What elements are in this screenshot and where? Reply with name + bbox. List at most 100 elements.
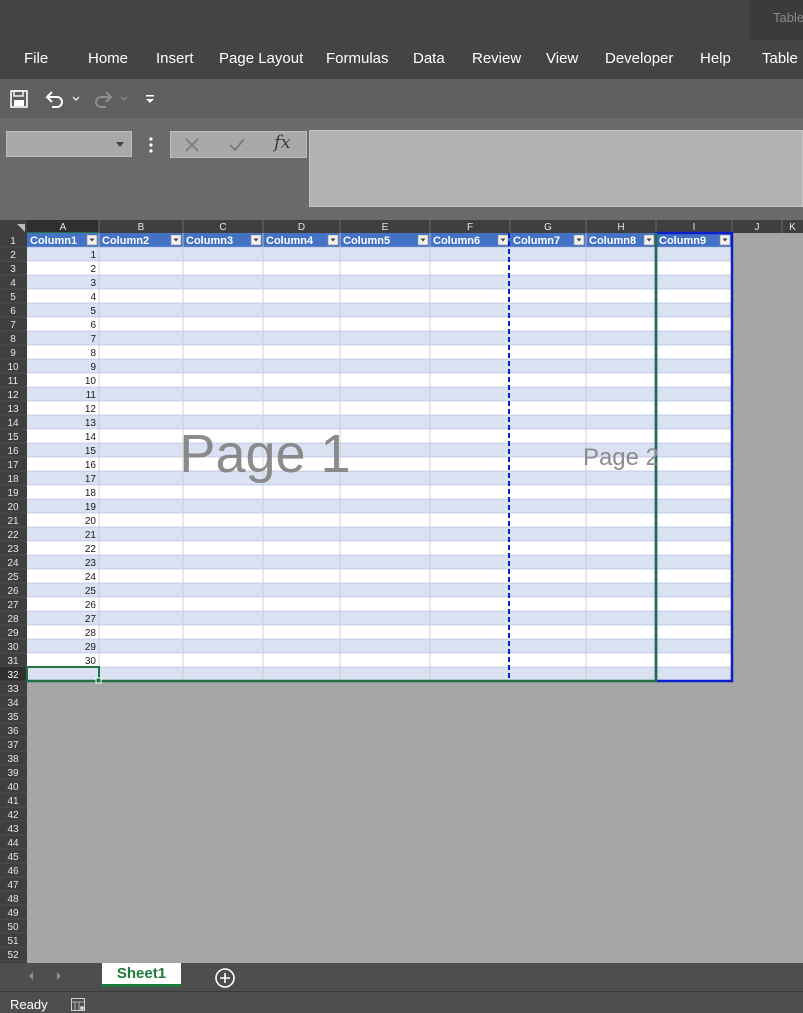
row-header[interactable]: 15 (7, 432, 19, 443)
fill-handle[interactable] (95, 677, 102, 684)
cancel-icon[interactable] (184, 137, 200, 153)
cell-value[interactable]: 16 (85, 460, 97, 471)
cell-value[interactable]: 25 (85, 586, 97, 597)
cell-value[interactable]: 9 (90, 362, 96, 373)
row-header[interactable]: 30 (7, 642, 19, 653)
row-header[interactable]: 50 (7, 922, 19, 933)
more-options-icon[interactable] (148, 137, 154, 153)
row-header[interactable]: 13 (7, 404, 19, 415)
menu-help[interactable]: Help (700, 50, 731, 67)
cell-value[interactable]: 14 (85, 432, 97, 443)
menu-formulas[interactable]: Formulas (326, 50, 389, 67)
column-header-k[interactable]: K (789, 222, 796, 233)
formula-input[interactable] (309, 130, 803, 207)
macro-record-icon[interactable] (71, 998, 85, 1011)
row-header[interactable]: 16 (7, 446, 19, 457)
table-header-4[interactable]: Column4 (266, 235, 314, 247)
table-header-8[interactable]: Column8 (589, 235, 636, 247)
name-box-dropdown-icon[interactable] (116, 142, 124, 147)
cell-value[interactable]: 6 (90, 320, 96, 331)
menu-data[interactable]: Data (413, 50, 445, 67)
row-header[interactable]: 49 (7, 908, 19, 919)
cell-value[interactable]: 29 (85, 642, 97, 653)
scroll-left-icon[interactable] (27, 971, 35, 981)
menu-home[interactable]: Home (88, 50, 128, 67)
table-header-2[interactable]: Column2 (102, 235, 149, 247)
row-header[interactable]: 31 (7, 656, 19, 667)
table-header-6[interactable]: Column6 (433, 235, 480, 247)
row-header[interactable]: 10 (7, 362, 19, 373)
row-header[interactable]: 21 (7, 516, 19, 527)
insert-function-button[interactable]: fx (274, 132, 291, 153)
column-header-h[interactable]: H (617, 222, 624, 233)
column-header-c[interactable]: C (219, 222, 226, 233)
redo-dropdown-icon[interactable] (120, 96, 128, 102)
menu-insert[interactable]: Insert (156, 50, 194, 67)
cell-value[interactable]: 12 (85, 404, 97, 415)
row-header[interactable]: 11 (8, 376, 19, 387)
table-header-7[interactable]: Column7 (513, 235, 560, 247)
table-header-5[interactable]: Column5 (343, 235, 390, 247)
row-header[interactable]: 43 (7, 824, 19, 835)
cell-value[interactable]: 8 (90, 348, 96, 359)
row-header[interactable]: 6 (10, 306, 16, 317)
row-header[interactable]: 7 (10, 320, 16, 331)
redo-icon[interactable] (92, 90, 114, 108)
cell-value[interactable]: 11 (86, 390, 97, 401)
cell-value[interactable]: 3 (90, 278, 96, 289)
row-header[interactable]: 51 (7, 936, 19, 947)
row-header[interactable]: 17 (7, 460, 19, 471)
row-header[interactable]: 1 (10, 236, 16, 247)
row-header[interactable]: 12 (7, 390, 19, 401)
cell-value[interactable]: 24 (85, 572, 97, 583)
column-header-b[interactable]: B (138, 222, 145, 233)
scroll-right-icon[interactable] (55, 971, 63, 981)
row-header[interactable]: 41 (7, 796, 19, 807)
menu-view[interactable]: View (546, 50, 578, 67)
row-header[interactable]: 8 (10, 334, 16, 345)
cell-value[interactable]: 7 (90, 334, 96, 345)
row-header[interactable]: 38 (7, 754, 19, 765)
row-header[interactable]: 19 (7, 488, 19, 499)
cell-value[interactable]: 15 (85, 446, 97, 457)
cell-value[interactable]: 22 (85, 544, 97, 555)
column-header-i[interactable]: I (693, 222, 696, 233)
cell-value[interactable]: 26 (85, 600, 97, 611)
column-header-d[interactable]: D (298, 222, 305, 233)
row-header[interactable]: 39 (7, 768, 19, 779)
row-header[interactable]: 18 (7, 474, 19, 485)
undo-icon[interactable] (44, 90, 66, 108)
column-header-j[interactable]: J (755, 222, 760, 233)
row-header[interactable]: 29 (7, 628, 19, 639)
table-header-3[interactable]: Column3 (186, 235, 233, 247)
menu-table-design[interactable]: Table D (762, 50, 803, 67)
row-header[interactable]: 44 (7, 838, 19, 849)
cell-value[interactable]: 2 (90, 264, 96, 275)
row-header[interactable]: 42 (7, 810, 19, 821)
name-box[interactable] (6, 131, 132, 157)
column-header-e[interactable]: E (382, 222, 389, 233)
row-header[interactable]: 22 (7, 530, 19, 541)
row-header[interactable]: 14 (7, 418, 19, 429)
row-header[interactable]: 52 (7, 950, 19, 961)
cell-value[interactable]: 13 (85, 418, 97, 429)
customize-qat-icon[interactable] (145, 94, 155, 104)
cell-value[interactable]: 30 (85, 656, 97, 667)
row-header[interactable]: 25 (7, 572, 19, 583)
cell-value[interactable]: 28 (85, 628, 97, 639)
save-icon[interactable] (10, 90, 28, 108)
row-header[interactable]: 27 (7, 600, 19, 611)
row-header[interactable]: 35 (7, 712, 19, 723)
menu-developer[interactable]: Developer (605, 50, 673, 67)
cell-value[interactable]: 27 (85, 614, 97, 625)
row-header[interactable]: 47 (7, 880, 19, 891)
cell-value[interactable]: 23 (85, 558, 97, 569)
cell-value[interactable]: 1 (90, 250, 96, 261)
column-header-a[interactable]: A (60, 222, 67, 233)
row-header[interactable]: 4 (10, 278, 16, 289)
worksheet-grid[interactable]: A B C D E F G H I J K Column1 Column2 Column3 Column4 C… (0, 220, 803, 963)
cell-value[interactable]: 18 (85, 488, 97, 499)
row-header[interactable]: 20 (7, 502, 19, 513)
row-header[interactable]: 32 (7, 670, 19, 681)
row-header[interactable]: 2 (10, 250, 16, 261)
